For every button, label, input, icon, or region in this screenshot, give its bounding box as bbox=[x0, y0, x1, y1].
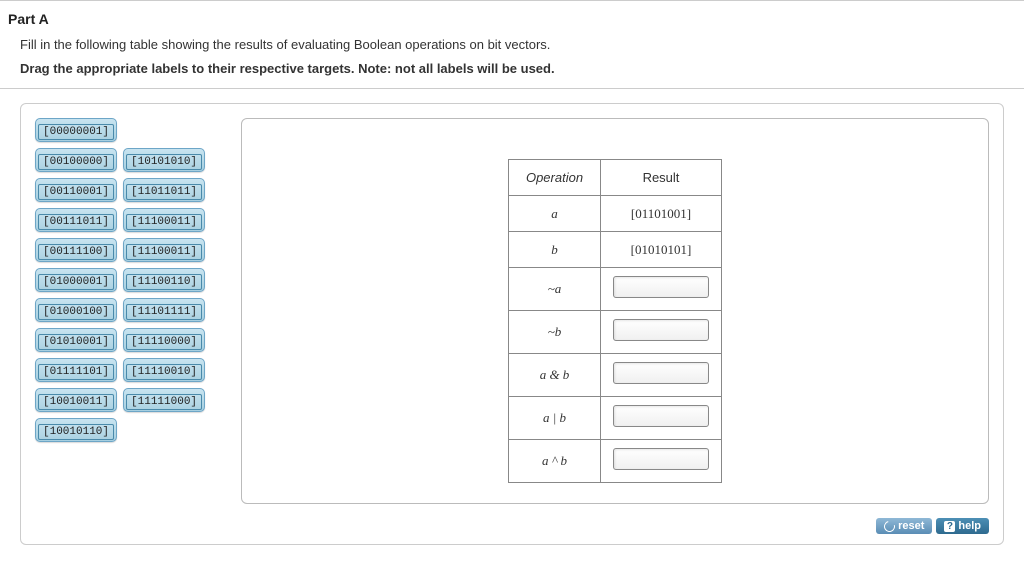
header-result: Result bbox=[601, 160, 722, 196]
drag-label[interactable]: [10101010] bbox=[123, 148, 205, 172]
result-cell bbox=[601, 311, 722, 354]
drop-target-a-and-b[interactable] bbox=[613, 362, 709, 384]
op-cell: a ^ b bbox=[509, 440, 601, 483]
drag-label[interactable]: [01111101] bbox=[35, 358, 117, 382]
drag-label[interactable]: [11100011] bbox=[123, 208, 205, 232]
op-cell: b bbox=[509, 232, 601, 268]
help-icon: ? bbox=[944, 521, 955, 532]
op-cell: a | b bbox=[509, 397, 601, 440]
draggable-source-panel: [00000001] [00100000] [10101010] [001100… bbox=[35, 118, 227, 504]
op-cell: ~a bbox=[509, 268, 601, 311]
table-row: a ^ b bbox=[509, 440, 722, 483]
drag-label[interactable]: [11110010] bbox=[123, 358, 205, 382]
drop-target-not-a[interactable] bbox=[613, 276, 709, 298]
drag-label[interactable]: [11100011] bbox=[123, 238, 205, 262]
drop-target-panel: Operation Result a [01101001] b [0101010… bbox=[241, 118, 989, 504]
instructions-line-1: Fill in the following table showing the … bbox=[0, 31, 1024, 57]
help-button[interactable]: ? help bbox=[936, 518, 989, 534]
drop-target-a-or-b[interactable] bbox=[613, 405, 709, 427]
reset-button[interactable]: reset bbox=[876, 518, 932, 534]
result-cell: [01101001] bbox=[601, 196, 722, 232]
drag-label[interactable]: [00000001] bbox=[35, 118, 117, 142]
table-row: ~b bbox=[509, 311, 722, 354]
drag-label[interactable]: [10010011] bbox=[35, 388, 117, 412]
table-row: b [01010101] bbox=[509, 232, 722, 268]
drag-label[interactable]: [11111000] bbox=[123, 388, 205, 412]
op-cell: a & b bbox=[509, 354, 601, 397]
header-operation: Operation bbox=[509, 160, 601, 196]
result-cell bbox=[601, 354, 722, 397]
drop-target-a-xor-b[interactable] bbox=[613, 448, 709, 470]
exercise-container: Part A Fill in the following table showi… bbox=[0, 0, 1024, 545]
op-cell: a bbox=[509, 196, 601, 232]
result-cell bbox=[601, 397, 722, 440]
drag-label[interactable]: [01010001] bbox=[35, 328, 117, 352]
drag-label[interactable]: [01000100] bbox=[35, 298, 117, 322]
instructions-line-2: Drag the appropriate labels to their res… bbox=[0, 57, 1024, 90]
reset-icon bbox=[882, 518, 897, 533]
drop-target-not-b[interactable] bbox=[613, 319, 709, 341]
drag-label[interactable]: [00111100] bbox=[35, 238, 117, 262]
drag-label[interactable]: [11110000] bbox=[123, 328, 205, 352]
table-row: a | b bbox=[509, 397, 722, 440]
drag-label[interactable]: [11101111] bbox=[123, 298, 205, 322]
table-row: a & b bbox=[509, 354, 722, 397]
result-cell: [01010101] bbox=[601, 232, 722, 268]
reset-label: reset bbox=[898, 520, 924, 532]
help-label: help bbox=[958, 520, 981, 532]
part-header: Part A bbox=[0, 7, 1024, 31]
results-table: Operation Result a [01101001] b [0101010… bbox=[508, 159, 722, 483]
drag-label[interactable]: [10010110] bbox=[35, 418, 117, 442]
table-header-row: Operation Result bbox=[509, 160, 722, 196]
table-row: a [01101001] bbox=[509, 196, 722, 232]
drag-label[interactable]: [00111011] bbox=[35, 208, 117, 232]
activity-area: [00000001] [00100000] [10101010] [001100… bbox=[20, 103, 1004, 545]
drag-label[interactable]: [00100000] bbox=[35, 148, 117, 172]
result-cell bbox=[601, 440, 722, 483]
drag-label[interactable]: [01000001] bbox=[35, 268, 117, 292]
op-cell: ~b bbox=[509, 311, 601, 354]
drag-label[interactable]: [11100110] bbox=[123, 268, 205, 292]
table-row: ~a bbox=[509, 268, 722, 311]
action-bar: reset ? help bbox=[876, 518, 989, 534]
drag-label[interactable]: [00110001] bbox=[35, 178, 117, 202]
drag-label[interactable]: [11011011] bbox=[123, 178, 205, 202]
result-cell bbox=[601, 268, 722, 311]
